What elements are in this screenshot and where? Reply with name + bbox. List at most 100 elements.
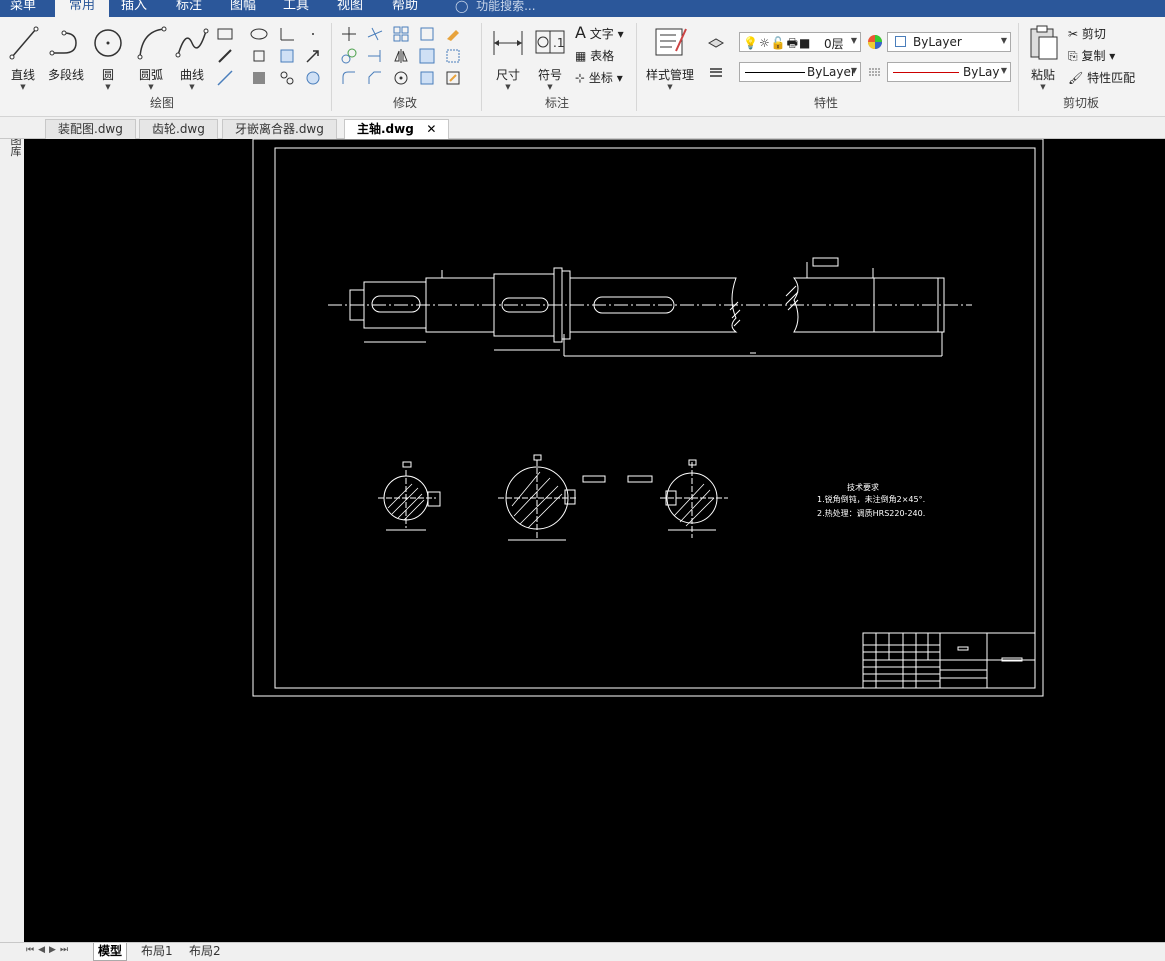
rotate-icon[interactable] bbox=[392, 69, 410, 87]
arc-icon bbox=[137, 26, 167, 60]
table-button[interactable]: ▦ 表格 bbox=[575, 47, 614, 64]
curve-label: 曲线 bbox=[179, 68, 204, 82]
menu-item-home[interactable]: 常用 bbox=[55, 0, 110, 17]
line-icon bbox=[9, 26, 39, 60]
lightbulb-icon: ◯ bbox=[455, 0, 469, 13]
menu-item-sheet[interactable]: 图幅 bbox=[230, 0, 256, 17]
symbol-button[interactable]: .1 符号 ▼ bbox=[532, 23, 568, 91]
close-icon[interactable]: ✕ bbox=[426, 122, 436, 136]
coordinate-button[interactable]: ⊹ 坐标 ▾ bbox=[575, 69, 623, 86]
annotate-group-label: 标注 bbox=[545, 96, 570, 110]
style-manager-icon bbox=[655, 28, 687, 56]
move-icon[interactable] bbox=[340, 25, 358, 43]
chevron-down-icon: ▼ bbox=[547, 83, 553, 91]
arc-button[interactable]: 圆弧 ▼ bbox=[134, 23, 168, 91]
menu-item-insert[interactable]: 插入 bbox=[121, 0, 147, 17]
menu-item-view[interactable]: 视图 bbox=[337, 0, 363, 17]
lineweight-icon[interactable] bbox=[707, 63, 725, 81]
ellipse-icon[interactable] bbox=[250, 25, 268, 43]
drawing-canvas[interactable]: 技术要求 1.锐角倒钝，未注倒角2×45°. 2.热处理：调质HRS220-24… bbox=[24, 139, 1165, 942]
title-block bbox=[862, 632, 1036, 689]
cut-button[interactable]: ✂ 剪切 bbox=[1068, 25, 1106, 42]
polygon-icon[interactable] bbox=[250, 47, 268, 65]
wipeout-icon[interactable] bbox=[304, 69, 322, 87]
layout-tab-model[interactable]: 模型 bbox=[93, 943, 128, 961]
menu-item-tools[interactable]: 工具 bbox=[283, 0, 309, 17]
copy-button[interactable]: ⎘ 复制 ▾ bbox=[1068, 47, 1115, 64]
menu-bar: 菜单 常用 插入 标注 图幅 工具 视图 帮助 ◯ 功能搜索... bbox=[0, 0, 1165, 17]
svg-text:.1: .1 bbox=[553, 36, 564, 50]
drawing-svg: 技术要求 1.锐角倒钝，未注倒角2×45°. 2.热处理：调质HRS220-24… bbox=[252, 139, 1044, 697]
function-search[interactable]: ◯ 功能搜索... bbox=[455, 0, 536, 14]
tab-main-shaft[interactable]: 主轴.dwg ✕ bbox=[344, 119, 450, 140]
block-icon[interactable] bbox=[278, 69, 296, 87]
region-icon[interactable] bbox=[278, 47, 296, 65]
side-panel-strip: ⇪图库 bbox=[0, 117, 24, 961]
group-separator bbox=[1018, 23, 1019, 111]
angle-icon[interactable] bbox=[278, 25, 296, 43]
extend-icon[interactable] bbox=[366, 47, 384, 65]
linetype-icon[interactable] bbox=[866, 63, 884, 81]
mirror-icon[interactable] bbox=[392, 47, 410, 65]
copy-object-icon[interactable] bbox=[340, 47, 358, 65]
scale-icon[interactable] bbox=[444, 47, 462, 65]
chamfer-icon[interactable] bbox=[366, 69, 384, 87]
tab-gear[interactable]: 齿轮.dwg bbox=[139, 119, 218, 139]
linetype-preview bbox=[745, 72, 805, 73]
menu-item-annotate[interactable]: 标注 bbox=[176, 0, 202, 17]
line-button[interactable]: 直线 ▼ bbox=[6, 23, 40, 91]
erase-icon[interactable] bbox=[444, 25, 462, 43]
explode-icon[interactable] bbox=[418, 69, 436, 87]
paste-button[interactable]: 粘贴 ▼ bbox=[1025, 23, 1061, 91]
dimension-button[interactable]: 尺寸 ▼ bbox=[490, 23, 526, 91]
layer-state-icons: 💡☼🔓🖶■ bbox=[743, 36, 812, 50]
layer-manager-icon[interactable] bbox=[707, 33, 725, 51]
edit-icon[interactable] bbox=[444, 69, 462, 87]
paste-label: 粘贴 bbox=[1030, 68, 1055, 82]
group-separator bbox=[331, 23, 332, 111]
tech-title: 技术要求 bbox=[847, 482, 879, 492]
match-properties-button[interactable]: 🖌 特性匹配 bbox=[1068, 69, 1135, 86]
properties-group-label: 特性 bbox=[814, 96, 839, 110]
sheet-frames bbox=[252, 139, 1044, 697]
color-wheel-icon[interactable] bbox=[866, 33, 884, 51]
layout-tab-2[interactable]: 布局2 bbox=[185, 943, 225, 961]
menu-item-menu[interactable]: 菜单 bbox=[10, 0, 36, 17]
clipboard-group-label: 剪切板 bbox=[1063, 96, 1100, 110]
layer-select[interactable]: 💡☼🔓🖶■ 0层 ▼ bbox=[739, 32, 861, 52]
arrow-icon[interactable] bbox=[304, 47, 322, 65]
scissors-icon: ✂ bbox=[1068, 27, 1079, 41]
curve-icon bbox=[175, 28, 209, 58]
tab-navigation-arrows[interactable]: ⏮◀▶⏭ bbox=[26, 945, 72, 955]
hatch-line-icon[interactable] bbox=[216, 47, 234, 65]
polyline-button[interactable]: 多段线 bbox=[44, 23, 88, 91]
color-select[interactable]: ByLayer ▼ bbox=[887, 32, 1011, 52]
tab-label: 装配图.dwg bbox=[58, 122, 123, 136]
coordinate-label: 坐标 bbox=[588, 71, 613, 85]
match-properties-label: 特性匹配 bbox=[1087, 71, 1136, 85]
dimension-icon bbox=[493, 31, 523, 55]
layout-tab-bar: ⏮◀▶⏭ 模型 布局1 布局2 bbox=[0, 942, 1165, 961]
lineweight-select[interactable]: ByLay ▼ bbox=[887, 62, 1011, 82]
construction-line-icon[interactable] bbox=[216, 69, 234, 87]
layout-tab-1[interactable]: 布局1 bbox=[137, 943, 177, 961]
curve-button[interactable]: 曲线 ▼ bbox=[174, 23, 210, 91]
text-button[interactable]: A 文字 ▾ bbox=[575, 23, 624, 42]
style-manager-button[interactable]: 样式管理 ▼ bbox=[642, 23, 698, 91]
offset-icon[interactable] bbox=[418, 25, 436, 43]
trim-icon[interactable] bbox=[366, 25, 384, 43]
tab-clutch[interactable]: 牙嵌离合器.dwg bbox=[222, 119, 337, 139]
polyline-label: 多段线 bbox=[47, 68, 84, 82]
tab-assembly[interactable]: 装配图.dwg bbox=[45, 119, 136, 139]
rectangle-icon[interactable] bbox=[216, 25, 234, 43]
array-icon[interactable] bbox=[392, 25, 410, 43]
stretch-icon[interactable] bbox=[418, 47, 436, 65]
fillet-icon[interactable] bbox=[340, 69, 358, 87]
menu-item-help[interactable]: 帮助 bbox=[392, 0, 418, 17]
linetype-select[interactable]: ByLayer ▼ bbox=[739, 62, 861, 82]
fill-icon[interactable] bbox=[250, 69, 268, 87]
group-separator bbox=[481, 23, 482, 111]
circle-button[interactable]: 圆 ▼ bbox=[92, 23, 124, 91]
point-icon[interactable] bbox=[304, 25, 322, 43]
circle-label: 圆 bbox=[101, 68, 114, 82]
